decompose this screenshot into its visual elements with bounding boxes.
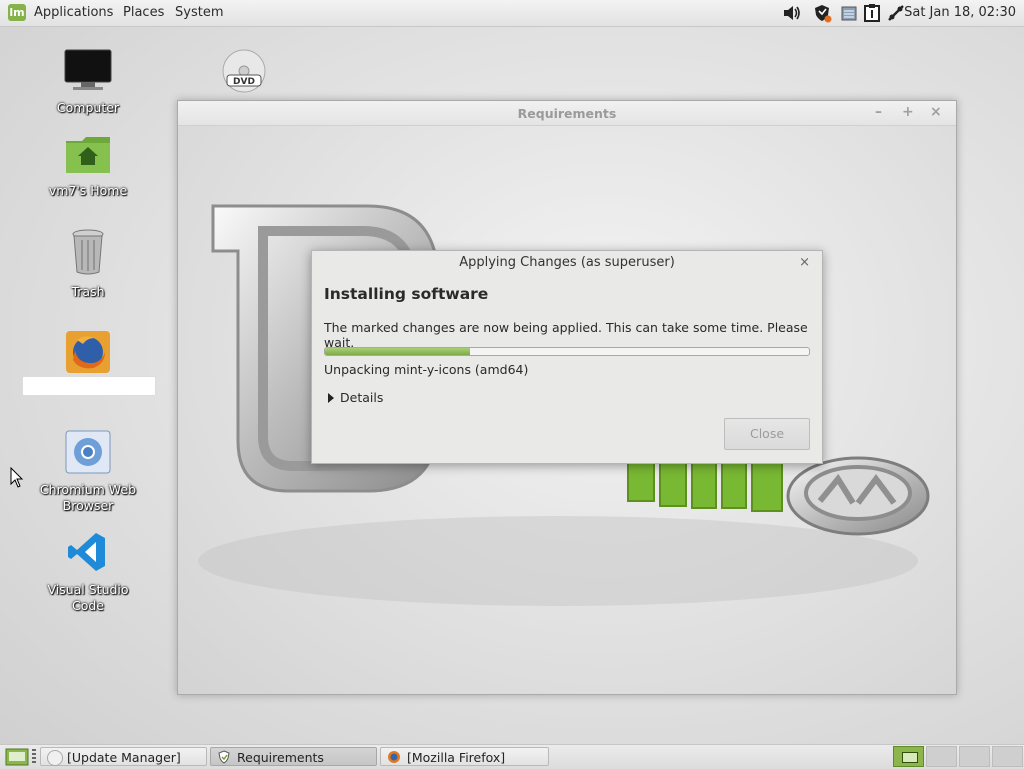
desktop-icon-label: Trash — [71, 284, 105, 299]
network-icon[interactable] — [886, 3, 906, 23]
svg-text:DVD: DVD — [233, 77, 255, 87]
chromium-icon — [65, 430, 111, 474]
update-manager-icon — [47, 750, 63, 766]
desktop-icon-computer[interactable]: Computer — [33, 48, 143, 116]
shield-icon — [218, 750, 230, 764]
menu-applications[interactable]: Applications — [34, 5, 113, 20]
close-window-button[interactable]: × — [930, 104, 942, 120]
rename-field[interactable] — [22, 376, 156, 396]
firefox-icon — [66, 331, 110, 373]
requirements-title: Requirements — [517, 106, 617, 121]
workspace-window-icon — [902, 752, 918, 763]
workspace-3[interactable] — [959, 746, 990, 767]
task-update-manager[interactable]: [Update Manager] — [40, 747, 207, 766]
task-label: [Mozilla Firefox] — [407, 750, 506, 765]
volume-icon[interactable] — [782, 3, 802, 23]
vscode-icon — [68, 533, 105, 571]
workspace-4[interactable] — [992, 746, 1023, 767]
workspace-1[interactable] — [893, 746, 924, 767]
desktop-icon-firefox[interactable] — [22, 330, 156, 396]
task-requirements[interactable]: Requirements — [210, 747, 377, 766]
progress-status: Unpacking mint-y-icons (amd64) — [324, 362, 529, 377]
dialog-heading: Installing software — [324, 285, 489, 303]
show-desktop-icon[interactable] — [5, 748, 29, 766]
desktop-icon-label: vm7's Home — [48, 183, 128, 198]
close-button[interactable]: Close — [724, 418, 810, 450]
desktop-icon-trash[interactable]: Trash — [33, 228, 143, 300]
bottom-panel: [Update Manager] Requirements [Mozilla F… — [0, 744, 1024, 769]
desktop-icon-label: Chromium Web Browser — [39, 482, 137, 513]
dialog-close-icon[interactable]: × — [799, 255, 810, 270]
clock[interactable]: Sat Jan 18, 02:30 — [904, 5, 1016, 20]
mint-menu-icon[interactable]: lm — [8, 4, 26, 21]
progress-fill — [325, 348, 471, 355]
requirements-titlebar[interactable]: Requirements – + × — [178, 101, 956, 126]
firefox-icon — [388, 751, 400, 763]
desktop-icon-home[interactable]: vm7's Home — [33, 133, 143, 199]
trash-icon — [72, 229, 104, 275]
dialog-title[interactable]: Applying Changes (as superuser) — [312, 251, 822, 275]
task-firefox[interactable]: [Mozilla Firefox] — [380, 747, 549, 766]
workspace-2[interactable] — [926, 746, 957, 767]
top-panel: lm Applications Places System Sat Jan 18… — [0, 0, 1024, 27]
menu-system[interactable]: System — [175, 5, 223, 20]
applying-changes-dialog: Applying Changes (as superuser) × Instal… — [311, 250, 823, 464]
clipboard-icon[interactable] — [862, 3, 882, 23]
panel-handle[interactable] — [32, 749, 36, 764]
expander-arrow-icon — [328, 393, 334, 403]
keyboard-icon[interactable] — [839, 3, 859, 23]
dialog-message: The marked changes are now being applied… — [324, 320, 808, 350]
shield-icon[interactable] — [812, 3, 832, 23]
minimize-button[interactable]: – — [875, 104, 882, 120]
home-folder-icon — [66, 137, 110, 173]
dvd-icon: DVD — [222, 49, 266, 93]
computer-icon — [64, 49, 112, 90]
desktop-icon-vscode[interactable]: Visual Studio Code — [33, 530, 143, 614]
desktop-icon-chromium[interactable]: Chromium Web Browser — [33, 430, 143, 514]
desktop-icon-label: Visual Studio Code — [47, 582, 129, 613]
details-label: Details — [340, 390, 384, 405]
details-expander[interactable]: Details — [328, 390, 383, 405]
task-label: [Update Manager] — [67, 750, 181, 765]
task-label: Requirements — [237, 750, 324, 765]
install-progress-bar — [324, 347, 810, 356]
mouse-pointer-icon — [10, 467, 24, 488]
desktop-icon-label: Computer — [56, 100, 120, 115]
maximize-button[interactable]: + — [902, 104, 914, 120]
menu-places[interactable]: Places — [123, 5, 164, 20]
